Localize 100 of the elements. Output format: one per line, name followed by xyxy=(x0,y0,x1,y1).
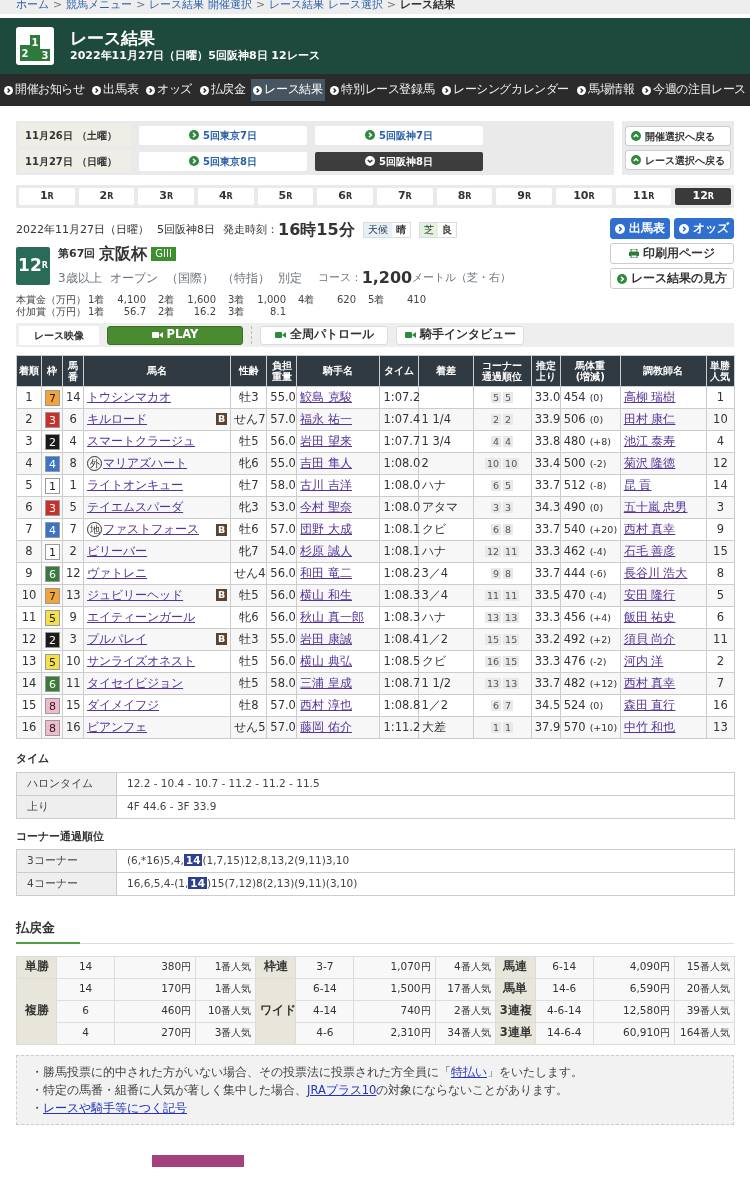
race-number-tab[interactable]: 1R xyxy=(19,188,75,205)
corner-position: 4 xyxy=(491,436,502,448)
finish-position: 3 xyxy=(25,434,33,449)
nav-tab[interactable]: 馬場情報 xyxy=(574,79,637,101)
breadcrumb-link[interactable]: ホーム xyxy=(16,0,49,14)
popularity: 15 xyxy=(713,544,728,559)
page-button[interactable]: レース結果の見方 xyxy=(610,268,734,289)
horse-number: 3 xyxy=(69,632,77,647)
blinker-mark: B xyxy=(216,633,228,646)
nav-tab[interactable]: レーシングカレンダー xyxy=(440,79,572,101)
horse-number: 15 xyxy=(66,698,81,713)
horse-name-link[interactable]: ファストフォース xyxy=(103,523,200,536)
weight-change: (+4) xyxy=(589,612,612,624)
carried-weight: 55.0 xyxy=(270,456,296,471)
horse-name-link[interactable]: キルロード xyxy=(87,413,148,426)
banner-image[interactable] xyxy=(152,1154,244,1167)
corner-position: 15 xyxy=(485,634,502,646)
race-number-tab[interactable]: 9R xyxy=(496,188,553,205)
margin: 3／4 xyxy=(421,566,449,581)
grade-badge: GIII xyxy=(151,247,176,261)
weight-change: (-2) xyxy=(589,458,607,470)
weight-change: (-4) xyxy=(589,546,607,558)
body-weight: 570 xyxy=(563,720,586,735)
race-number-tab[interactable]: 11R xyxy=(615,188,672,205)
back-button[interactable]: レース選択へ戻る xyxy=(625,150,731,170)
race-number-tab[interactable]: 7R xyxy=(377,188,433,205)
nav-tab[interactable]: オッズ xyxy=(144,79,194,101)
breadcrumb-separator: > xyxy=(255,0,266,13)
note-link[interactable]: レースや騎手等につく記号 xyxy=(43,1100,187,1115)
note-link[interactable]: 特払い xyxy=(451,1064,487,1079)
horse-name-link[interactable]: ジュビリーヘッド xyxy=(87,589,184,602)
race-number-tab[interactable]: 3R xyxy=(138,188,194,205)
prize-place: 5着 xyxy=(368,294,386,306)
venue-button[interactable]: 5回東京8日 xyxy=(139,151,307,171)
finish-time: 1:08.1 xyxy=(383,522,421,537)
race-meeting: 5回阪神8日 xyxy=(157,221,215,238)
note-link[interactable]: JRAプラス10 xyxy=(307,1082,377,1097)
popularity: 7 xyxy=(716,676,725,691)
horse-name-link[interactable]: プルパレイ xyxy=(87,633,148,646)
race-number-tab[interactable]: 5R xyxy=(257,188,314,205)
course-label: コース： xyxy=(317,269,362,286)
finish-time: 1:08.0 xyxy=(383,500,421,515)
weight-change: (-6) xyxy=(589,568,607,580)
note-text: ・勝馬投票に的中された方がいない場合、その投票法に投票された方全員に「特払い」をいたします。 xyxy=(31,1063,584,1081)
podium-logo: 2 1 3 xyxy=(16,27,54,65)
frame-number: 7 xyxy=(45,587,61,604)
weight-change: (0) xyxy=(589,414,604,426)
popularity: 8 xyxy=(716,566,725,581)
venue-button[interactable]: 5回阪神7日 xyxy=(315,125,483,145)
corner-position: 3 xyxy=(503,502,514,514)
header-button[interactable]: オッズ xyxy=(674,218,734,239)
weight-change: (-8) xyxy=(589,480,607,492)
race-number-tab[interactable]: 6R xyxy=(317,188,374,205)
sex-age: 牝6 xyxy=(239,610,259,625)
date-label: 11月27日 xyxy=(25,154,73,169)
body-weight: 512 xyxy=(563,478,586,493)
race-number-tab[interactable]: 10R xyxy=(556,188,612,205)
nav-tab[interactable]: 今週の注目レース xyxy=(640,79,748,101)
race-number-tab[interactable]: 12R xyxy=(675,188,732,205)
video-button[interactable]: 全周パトロール xyxy=(260,325,388,345)
column-header: 単勝 人気 xyxy=(706,355,735,387)
chevron-circle-icon xyxy=(189,156,200,166)
bet-combination: 14 xyxy=(56,956,115,978)
horse-number: 7 xyxy=(69,522,77,537)
finish-time: 1:08.4 xyxy=(383,632,421,647)
sex-age: 牡5 xyxy=(239,654,259,669)
race-number-tab[interactable]: 4R xyxy=(198,188,254,205)
play-button[interactable]: PLAY xyxy=(107,325,243,345)
venue-button[interactable]: 5回東京7日 xyxy=(139,125,307,145)
body-weight: 506 xyxy=(563,412,586,427)
finish-time: 1:07.4 xyxy=(383,412,421,427)
payout-amount: 380円 xyxy=(114,956,196,978)
nav-tab[interactable]: 開催お知らせ xyxy=(2,79,87,101)
video-button[interactable]: 騎手インタビュー xyxy=(396,325,524,345)
prize-place: 3着 xyxy=(228,294,246,306)
blinker-mark: B xyxy=(216,413,228,426)
body-weight: 500 xyxy=(563,456,586,471)
last-furlong-time: 33.3 xyxy=(534,654,561,669)
corner-order: (6,*16)5,4, 14 (1,7,15)12,8,13,2(9,11)3,10 xyxy=(127,854,350,867)
venue-button[interactable]: 5回阪神8日 xyxy=(315,151,483,171)
corner-position: 5 xyxy=(491,392,502,404)
chevron-circle-icon xyxy=(631,131,641,141)
race-number-tab[interactable]: 2R xyxy=(78,188,135,205)
back-button[interactable]: 開催選択へ戻る xyxy=(625,126,731,146)
nav-tab[interactable]: 特別レース登録馬 xyxy=(328,79,437,101)
header-button[interactable]: 出馬表 xyxy=(610,218,670,239)
race-name: 京阪杯 xyxy=(99,243,148,265)
nav-tab[interactable]: 払戻金 xyxy=(197,79,248,101)
frame-number: 5 xyxy=(45,609,61,626)
column-header: 枠 xyxy=(41,355,63,387)
horse-name-link[interactable]: マリアズハート xyxy=(103,457,188,470)
section-heading: 払戻金 xyxy=(16,918,80,944)
nav-tab[interactable]: レース結果 xyxy=(251,79,325,101)
nav-tab[interactable]: 出馬表 xyxy=(90,79,141,101)
race-number-tab[interactable]: 8R xyxy=(436,188,493,205)
page-button[interactable]: 印刷用ページ xyxy=(610,243,734,264)
body-weight: 456 xyxy=(563,610,586,625)
weight-change: (+12) xyxy=(589,678,618,690)
column-header: 着差 xyxy=(418,355,474,387)
corner-position: 8 xyxy=(503,568,514,580)
